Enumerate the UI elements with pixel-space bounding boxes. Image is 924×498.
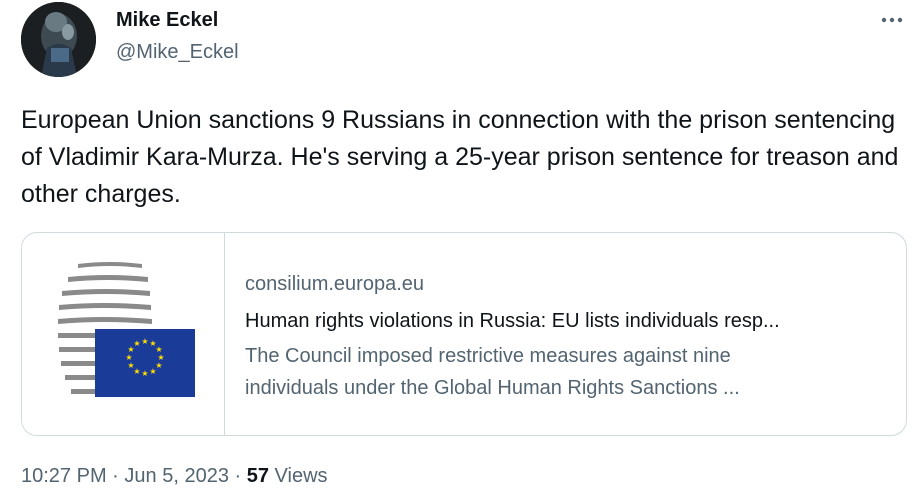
views-count[interactable]: 57 (247, 465, 269, 487)
author-handle[interactable]: @Mike_Eckel (116, 40, 239, 64)
meta-separator: · (112, 465, 119, 487)
svg-text:★: ★ (127, 361, 134, 370)
avatar-photo (21, 2, 96, 77)
tweet-meta: 10:27 PM · Jun 5, 2023 · 57 Views (21, 463, 328, 489)
card-thumbnail: ★ ★ ★ ★ ★ ★ ★ ★ ★ ★ ★ ★ (22, 233, 225, 435)
tweet-time[interactable]: 10:27 PM (21, 465, 107, 487)
link-preview-card[interactable]: ★ ★ ★ ★ ★ ★ ★ ★ ★ ★ ★ ★ consilium.europa… (21, 232, 907, 436)
svg-text:★: ★ (125, 353, 132, 362)
card-domain: consilium.europa.eu (245, 273, 424, 295)
svg-text:★: ★ (149, 367, 156, 376)
tweet-date[interactable]: Jun 5, 2023 (124, 465, 229, 487)
card-description-line-1: The Council imposed restrictive measures… (245, 345, 731, 367)
council-eu-logo: ★ ★ ★ ★ ★ ★ ★ ★ ★ ★ ★ ★ (58, 262, 195, 397)
card-title: Human rights violations in Russia: EU li… (245, 310, 780, 332)
card-body: consilium.europa.eu Human rights violati… (225, 233, 906, 435)
meta-separator: · (234, 465, 242, 487)
svg-text:★: ★ (141, 337, 148, 346)
more-horizontal-icon (881, 17, 903, 23)
svg-text:★: ★ (141, 369, 148, 378)
more-options-button[interactable] (876, 6, 908, 34)
views-label[interactable]: Views (275, 465, 328, 487)
card-description-line-2: individuals under the Global Human Right… (245, 377, 740, 399)
tweet-text: European Union sanctions 9 Russians in c… (21, 106, 899, 208)
author-display-name[interactable]: Mike Eckel (116, 8, 218, 32)
author-avatar[interactable] (21, 2, 96, 77)
svg-text:★: ★ (133, 339, 140, 348)
card-description: The Council imposed restrictive measures… (245, 340, 886, 404)
